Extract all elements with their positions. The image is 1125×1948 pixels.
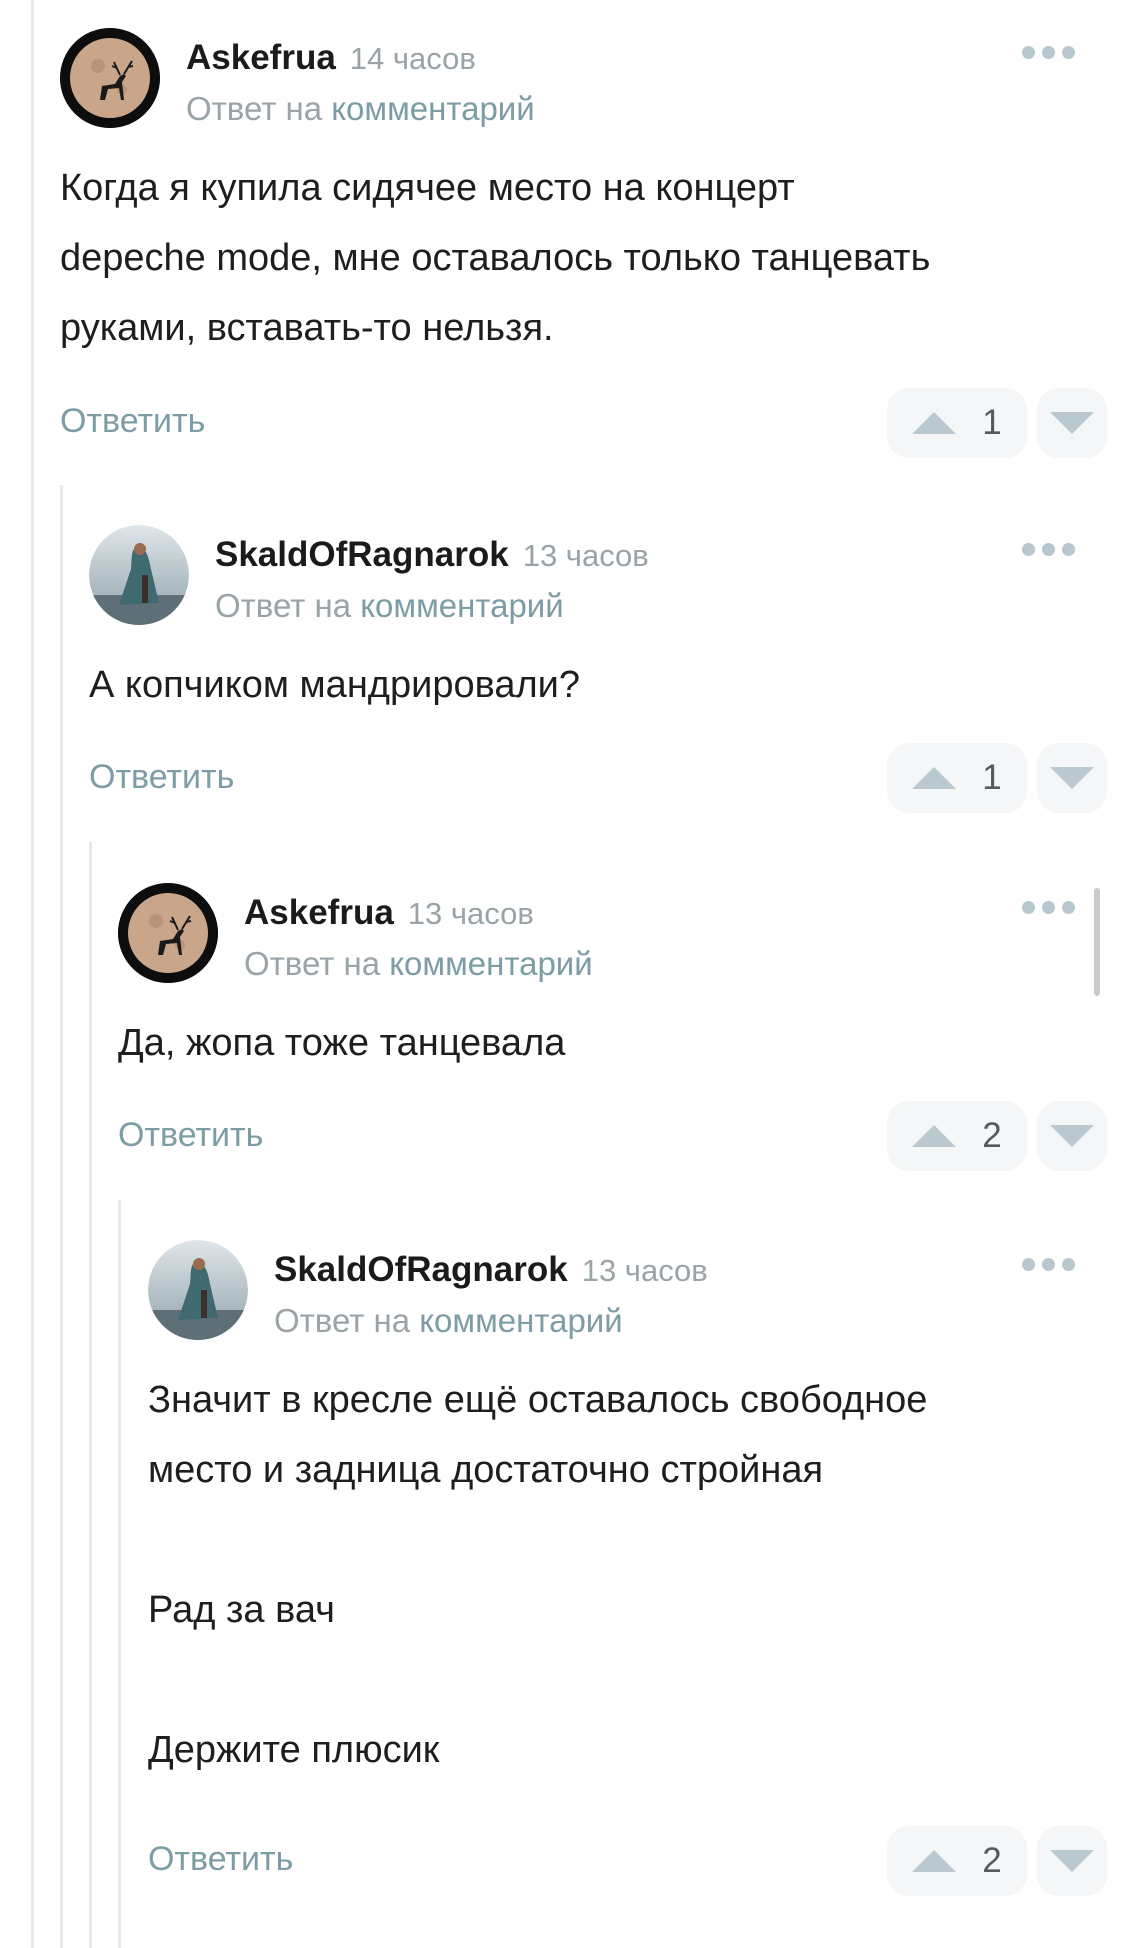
username[interactable]: Askefrua 13 часов [244,893,534,933]
upvote-button[interactable]: 2 [887,1101,1027,1171]
parent-comment-link[interactable]: комментарий [389,945,592,982]
comment: Askefrua 14 часов Ответ на комментарий Ко… [60,28,1125,468]
cloaked-warrior-icon [89,525,189,625]
comment-body: Да, жопа тоже танцевала [118,1022,566,1064]
parent-comment-link[interactable]: комментарий [419,1302,622,1339]
timestamp: 13 часов [581,1253,708,1288]
username[interactable]: SkaldOfRagnarok 13 часов [215,535,649,575]
downvote-button[interactable] [1037,743,1107,813]
arrow-down-icon [1050,1125,1094,1147]
vote-count: 1 [982,758,1002,797]
vote-count: 2 [982,1841,1002,1880]
upvote-button[interactable]: 1 [887,743,1027,813]
comment-body: Когда я купила сидячее место на концерт … [60,167,931,349]
more-options-icon[interactable] [1022,46,1075,59]
arrow-down-icon [1050,412,1094,434]
reply-to: Ответ на комментарий [215,587,564,624]
more-options-icon[interactable] [1022,1258,1075,1271]
avatar[interactable] [148,1240,248,1340]
comment: Askefrua 13 часов Ответ на комментарий Да… [118,883,1125,1183]
deer-moon-icon [118,883,218,983]
reply-button[interactable]: Ответить [118,1116,263,1155]
upvote-button[interactable]: 1 [887,388,1027,458]
thread-line [118,1200,121,1948]
vote-count: 1 [982,403,1002,442]
reply-button[interactable]: Ответить [148,1840,293,1879]
downvote-button[interactable] [1037,1101,1107,1171]
arrow-up-icon [912,412,957,434]
arrow-up-icon [912,1850,957,1872]
avatar[interactable] [89,525,189,625]
reply-to: Ответ на комментарий [186,90,535,127]
more-options-icon[interactable] [1022,543,1075,556]
upvote-button[interactable]: 2 [887,1826,1027,1896]
reply-button[interactable]: Ответить [89,758,234,797]
parent-comment-link[interactable]: комментарий [331,90,534,127]
thread-line [60,485,63,1948]
arrow-up-icon [912,1125,957,1147]
more-options-icon[interactable] [1022,901,1075,914]
deer-moon-icon [60,28,160,128]
downvote-button[interactable] [1037,388,1107,458]
comment: SkaldOfRagnarok 13 часов Ответ на коммент… [148,1240,1125,1940]
vote-count: 2 [982,1116,1002,1155]
avatar[interactable] [118,883,218,983]
arrow-down-icon [1050,767,1094,789]
reply-button[interactable]: Ответить [60,402,205,441]
timestamp: 13 часов [407,896,534,931]
timestamp: 13 часов [522,538,649,573]
reply-to: Ответ на комментарий [244,945,593,982]
cloaked-warrior-icon [148,1240,248,1340]
scrollbar[interactable] [1094,888,1100,996]
comment-body: Значит в кресле ещё оставалось свободное… [148,1379,928,1771]
username[interactable]: Askefrua 14 часов [186,38,476,78]
thread-line [89,842,92,1948]
username[interactable]: SkaldOfRagnarok 13 часов [274,1250,708,1290]
avatar[interactable] [60,28,160,128]
arrow-up-icon [912,767,957,789]
timestamp: 14 часов [349,41,476,76]
comment-body: А копчиком мандрировали? [89,664,581,706]
arrow-down-icon [1050,1850,1094,1872]
thread-line [31,0,34,1948]
reply-to: Ответ на комментарий [274,1302,623,1339]
comment: SkaldOfRagnarok 13 часов Ответ на коммент… [89,525,1125,825]
downvote-button[interactable] [1037,1826,1107,1896]
parent-comment-link[interactable]: комментарий [360,587,563,624]
